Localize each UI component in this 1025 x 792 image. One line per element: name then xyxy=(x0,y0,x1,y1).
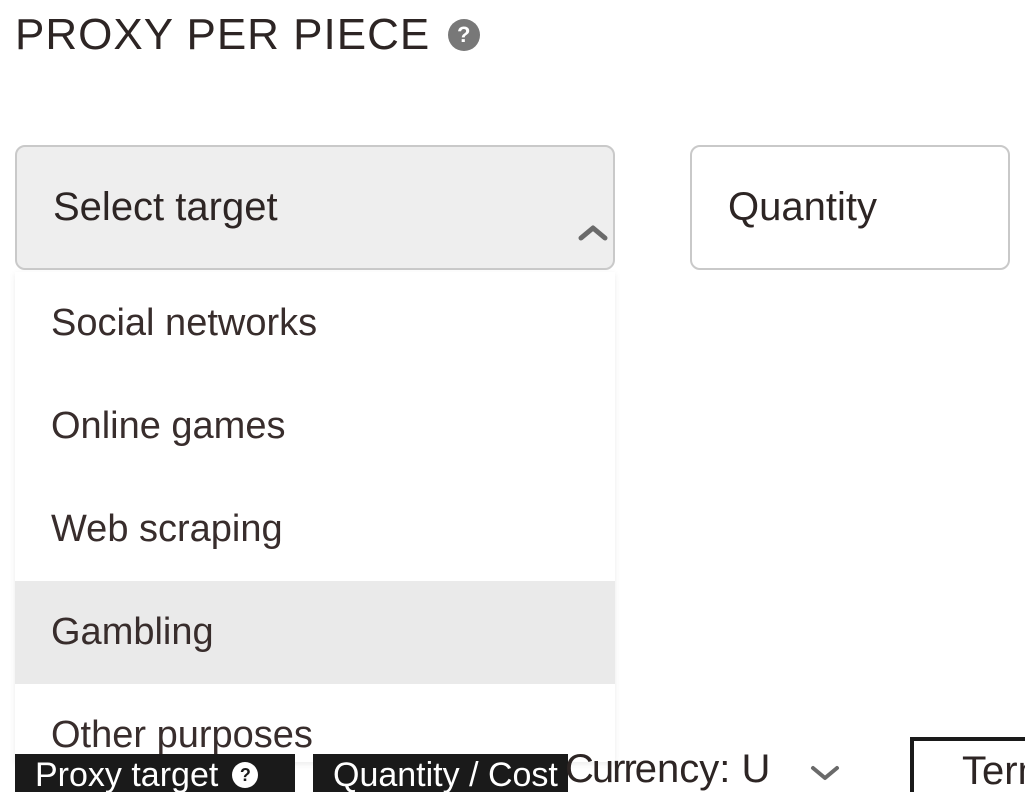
help-icon-small[interactable]: ? xyxy=(232,762,258,788)
select-target-dropdown[interactable]: Social networksOnline gamesWeb scrapingG… xyxy=(15,272,615,762)
bottom-proxy-target-label: Proxy target xyxy=(35,756,218,792)
select-target-label: Select target xyxy=(53,185,278,230)
bottom-quantity-cost-label: Quantity / Cost xyxy=(333,756,558,792)
page-title-text: PROXY PER PIECE xyxy=(15,10,430,60)
dropdown-item[interactable]: Online games xyxy=(15,375,615,478)
currency-label-text: Currency: U xyxy=(565,747,770,792)
dropdown-item[interactable]: Other purposes xyxy=(15,684,615,762)
term-box[interactable]: Term xyxy=(910,737,1025,792)
bottom-quantity-cost: Quantity / Cost xyxy=(313,754,568,792)
bottom-proxy-target: Proxy target ? xyxy=(15,754,295,792)
select-target-button[interactable]: Select target xyxy=(15,145,615,270)
dropdown-item[interactable]: Gambling xyxy=(15,581,615,684)
select-target-wrapper: Select target Social networksOnline game… xyxy=(15,145,615,270)
currency-selector[interactable]: Currency: U xyxy=(565,747,840,792)
form-row: Select target Social networksOnline game… xyxy=(15,145,1010,270)
quantity-wrapper xyxy=(690,145,1010,270)
chevron-down-icon xyxy=(810,747,840,792)
dropdown-item[interactable]: Web scraping xyxy=(15,478,615,581)
dropdown-item[interactable]: Social networks xyxy=(15,272,615,375)
page-title: PROXY PER PIECE ? xyxy=(15,10,1010,60)
bottom-bar: Proxy target ? Quantity / Cost xyxy=(15,752,1025,792)
help-icon[interactable]: ? xyxy=(448,19,480,51)
term-label: Term xyxy=(962,749,1025,792)
quantity-input[interactable] xyxy=(690,145,1010,270)
